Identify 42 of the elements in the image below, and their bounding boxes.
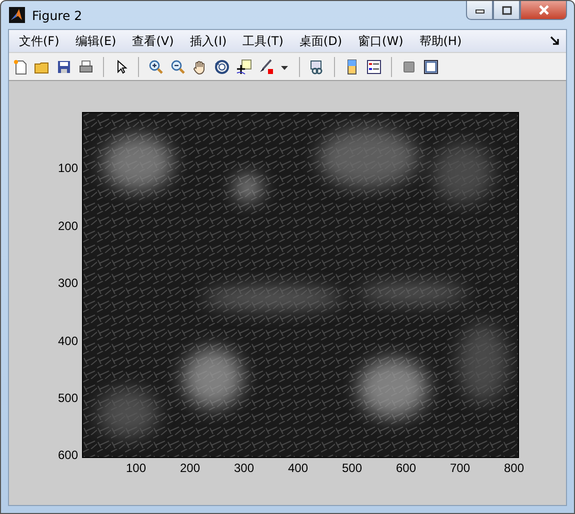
save-icon[interactable] [56,58,72,74]
y-tick-label: 200 [58,219,78,233]
new-file-icon[interactable] [12,58,28,74]
x-tick-label: 300 [234,461,254,475]
menu-item[interactable]: 插入(I) [182,32,235,50]
close-icon [538,5,550,15]
menu-item[interactable]: 窗口(W) [350,32,412,50]
legend-icon[interactable] [366,58,382,74]
y-tick-label: 100 [58,161,78,175]
maximize-button[interactable] [493,1,520,20]
menu-item[interactable]: 帮助(H) [411,32,470,50]
dock-arrow-icon[interactable] [550,36,560,46]
square-icon[interactable] [401,58,417,74]
close-button[interactable] [520,1,567,20]
menu-item[interactable]: 桌面(D) [291,32,350,50]
printer-icon[interactable] [78,58,94,74]
link-icon[interactable] [309,58,325,74]
x-tick-label: 500 [342,461,362,475]
maximize-icon [502,6,512,14]
window-icon[interactable] [423,58,439,74]
y-tick-label: 400 [58,334,78,348]
menu-item[interactable]: 查看(V) [124,32,182,50]
zoom-out-icon[interactable] [170,58,186,74]
x-tick-label: 600 [396,461,416,475]
x-tick-label: 200 [180,461,200,475]
y-tick-label: 300 [58,276,78,290]
y-tick-label: 500 [58,391,78,405]
x-tick-label: 700 [450,461,470,475]
x-tick-label: 100 [126,461,146,475]
x-tick-label: 800 [504,461,524,475]
data-cursor-icon[interactable] [236,58,252,74]
menu-item[interactable]: 编辑(E) [67,32,124,50]
rotate-icon[interactable] [214,58,230,74]
brush-icon[interactable] [258,58,274,74]
y-tick-label: 600 [58,448,78,462]
app-icon [9,7,25,23]
menu-item[interactable]: 工具(T) [234,32,292,50]
x-tick-label: 400 [288,461,308,475]
menu-item[interactable]: 文件(F) [11,32,68,50]
window-title: Figure 2 [32,8,82,22]
zoom-in-icon[interactable] [148,58,164,74]
minimize-button[interactable] [466,1,493,20]
